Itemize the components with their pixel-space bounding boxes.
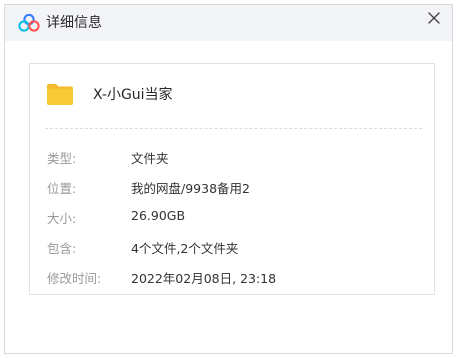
property-value: 4个文件,2个文件夹 [131,241,239,256]
close-icon[interactable] [426,10,442,26]
properties-list: 类型: 文件夹 位置: 我的网盘/9938备用2 大小: 26.90GB 包含:… [30,144,434,294]
property-label: 包含: [47,241,77,256]
divider [45,128,422,129]
property-label: 类型: [47,151,77,166]
property-label: 大小: [47,211,77,226]
file-name: X-小Gui当家 [93,87,173,103]
property-row-contains: 包含: 4个文件,2个文件夹 [30,234,434,264]
property-row-type: 类型: 文件夹 [30,144,434,174]
property-label: 位置: [47,181,77,196]
property-value: 文件夹 [131,151,169,166]
file-info-card: X-小Gui当家 类型: 文件夹 位置: 我的网盘/9938备用2 大小: 26… [29,63,435,295]
title-bar: 详细信息 [5,5,452,41]
file-details-dialog: 详细信息 X-小Gui当家 类型: 文件夹 位置: 我的网盘/9938备用2 大… [4,4,453,354]
property-value: 我的网盘/9938备用2 [131,181,250,196]
property-row-location: 位置: 我的网盘/9938备用2 [30,174,434,204]
property-label: 修改时间: [47,271,102,286]
baidu-netdisk-logo-icon [18,13,40,33]
dialog-title: 详细信息 [46,15,102,31]
property-row-size: 大小: 26.90GB [30,204,434,234]
folder-icon [45,79,75,109]
property-value: 2022年02月08日, 23:18 [131,271,277,286]
property-row-modified-time: 修改时间: 2022年02月08日, 23:18 [30,264,434,294]
property-value: 26.90GB [131,208,186,223]
file-header: X-小Gui当家 [30,64,434,128]
